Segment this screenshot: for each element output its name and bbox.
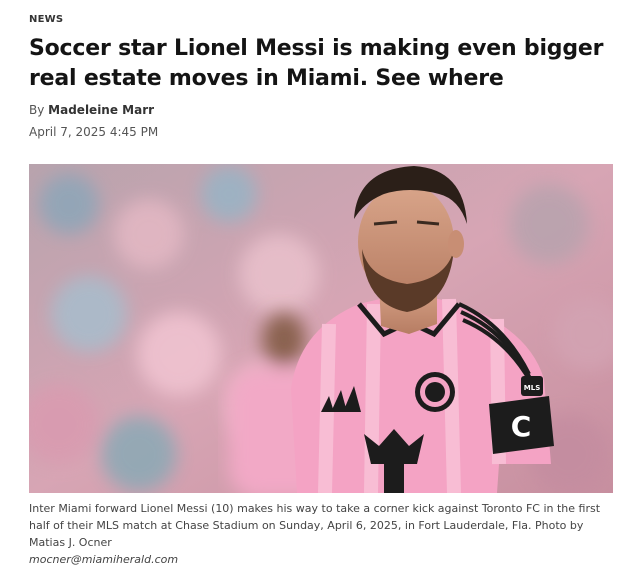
headline: Soccer star Lionel Messi is making even …: [29, 36, 604, 91]
author-link[interactable]: Madeleine Marr: [48, 103, 154, 117]
lead-photo: C MLS: [29, 164, 613, 493]
armband-letter: C: [511, 410, 532, 443]
section-label[interactable]: NEWS: [29, 14, 63, 25]
photo-illustration: C MLS: [29, 164, 613, 493]
mls-badge: MLS: [524, 384, 540, 392]
caption-text: Inter Miami forward Lionel Messi (10) ma…: [29, 502, 601, 549]
publish-date: April 7, 2025 4:45 PM: [29, 125, 159, 139]
caption-credit-email[interactable]: mocner@miamiherald.com: [29, 551, 619, 568]
photo-caption: Inter Miami forward Lionel Messi (10) ma…: [29, 500, 619, 568]
byline: By Madeleine Marr: [29, 103, 154, 117]
byline-prefix: By: [29, 103, 45, 117]
article: NEWS Soccer star Lionel Messi is making …: [0, 0, 640, 566]
